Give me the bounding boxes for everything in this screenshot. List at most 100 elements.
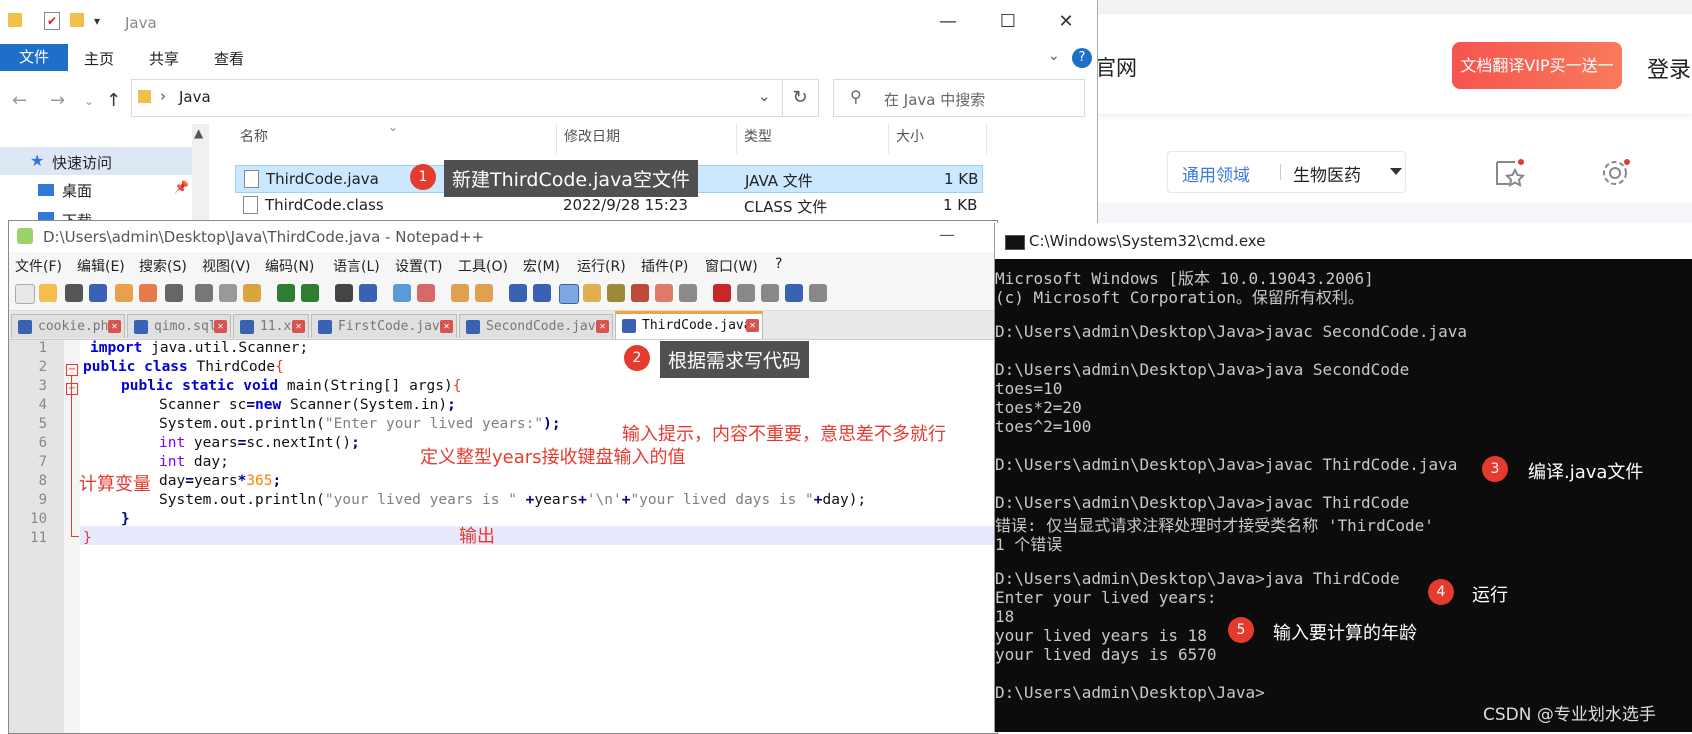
- menu-language[interactable]: 语言(L): [333, 256, 380, 276]
- ribbon-tab-view[interactable]: 查看: [214, 48, 244, 69]
- doc-map-icon[interactable]: [607, 284, 625, 302]
- language-icon[interactable]: [583, 284, 601, 302]
- folder-workspace-icon[interactable]: [655, 284, 673, 302]
- chevron-down-icon[interactable]: ⌄: [758, 87, 771, 105]
- operator: );: [543, 416, 561, 432]
- menu-tools[interactable]: 工具(O): [458, 256, 508, 276]
- recent-dropdown-icon[interactable]: ⌄: [84, 94, 94, 108]
- menu-settings[interactable]: 设置(T): [395, 256, 442, 276]
- monitoring-icon[interactable]: [679, 284, 697, 302]
- tab-11-x[interactable]: 11.x ✕: [233, 314, 309, 338]
- tab-cookie-php[interactable]: cookie.php ✕: [11, 314, 125, 338]
- print-icon[interactable]: [165, 284, 183, 302]
- close-file-icon[interactable]: [115, 284, 133, 302]
- checkbox-icon[interactable]: ✔: [44, 12, 60, 30]
- menu-encoding[interactable]: 编码(N): [265, 256, 314, 276]
- redo-icon[interactable]: [301, 284, 319, 302]
- sidebar-item-quick-access[interactable]: ★ 快速访问: [0, 147, 192, 175]
- fold-toggle-icon[interactable]: −: [66, 383, 78, 395]
- keyword: new: [255, 397, 282, 413]
- stop-macro-icon[interactable]: [737, 284, 755, 302]
- menu-macro[interactable]: 宏(M): [523, 256, 560, 276]
- close-icon[interactable]: ✕: [1038, 4, 1094, 40]
- close-icon[interactable]: ✕: [746, 319, 759, 332]
- function-list-icon[interactable]: [631, 284, 649, 302]
- play-macro-icon[interactable]: [761, 284, 779, 302]
- menu-file[interactable]: 文件(F): [15, 256, 62, 276]
- tab-qimo-sql[interactable]: qimo.sql ✕: [127, 314, 231, 338]
- menu-search[interactable]: 搜索(S): [139, 256, 187, 276]
- tab-firstcode-java[interactable]: FirstCode.java ✕: [311, 314, 457, 338]
- close-icon[interactable]: ✕: [292, 320, 305, 333]
- close-icon[interactable]: ✕: [214, 320, 227, 333]
- code-text: ThirdCode: [187, 359, 276, 375]
- menu-view[interactable]: 视图(V): [202, 256, 251, 276]
- column-header-name[interactable]: 名称: [240, 126, 268, 146]
- cut-icon[interactable]: [195, 284, 213, 302]
- up-arrow-icon[interactable]: ↑: [106, 90, 121, 111]
- sidebar-item-desktop[interactable]: 桌面: [62, 180, 92, 201]
- ribbon-expand-icon[interactable]: ⌄: [1048, 48, 1060, 64]
- word-wrap-icon[interactable]: [509, 284, 527, 302]
- settings-gear-icon[interactable]: [1600, 156, 1632, 188]
- code-text: years: [534, 492, 579, 508]
- zoom-out-icon[interactable]: [417, 284, 435, 302]
- column-header-modified[interactable]: 修改日期: [564, 126, 620, 146]
- sync-horizontal-icon[interactable]: [475, 284, 493, 302]
- save-macro-icon[interactable]: [809, 284, 827, 302]
- menu-window[interactable]: 窗口(W): [705, 256, 758, 276]
- record-macro-icon[interactable]: [713, 284, 731, 302]
- console-line: D:\Users\admin\Desktop\Java>java ThirdCo…: [995, 569, 1400, 588]
- maximize-icon[interactable]: ☐: [980, 4, 1036, 40]
- minimize-icon[interactable]: —: [920, 4, 976, 40]
- quick-access-dropdown-icon[interactable]: ▾: [94, 14, 100, 28]
- show-all-chars-icon[interactable]: [533, 284, 551, 302]
- scrollbar[interactable]: [192, 124, 209, 232]
- vip-promo-button[interactable]: 文档翻译VIP买一送一: [1452, 42, 1622, 89]
- forward-arrow-icon[interactable]: →: [50, 90, 65, 111]
- help-icon[interactable]: ?: [1072, 48, 1092, 68]
- close-icon[interactable]: ✕: [108, 320, 121, 333]
- address-bar[interactable]: › Java ⌄: [131, 79, 783, 117]
- new-folder-icon[interactable]: [70, 13, 84, 27]
- console-output[interactable]: Microsoft Windows [版本 10.0.19043.2006] (…: [995, 259, 1692, 732]
- tab-secondcode-java[interactable]: SecondCode.java ✕: [459, 314, 613, 338]
- paste-icon[interactable]: [243, 284, 261, 302]
- open-file-icon[interactable]: [39, 284, 57, 302]
- new-file-icon[interactable]: [15, 284, 35, 304]
- save-icon[interactable]: [65, 284, 83, 302]
- close-icon[interactable]: ✕: [440, 320, 453, 333]
- indent-guide-icon[interactable]: [559, 284, 579, 304]
- replace-icon[interactable]: [359, 284, 377, 302]
- menu-run[interactable]: 运行(R): [577, 256, 626, 276]
- menu-plugins[interactable]: 插件(P): [641, 256, 688, 276]
- login-link[interactable]: 登录: [1647, 52, 1691, 84]
- zoom-in-icon[interactable]: [393, 284, 411, 302]
- sync-vertical-icon[interactable]: [451, 284, 469, 302]
- save-all-icon[interactable]: [89, 284, 107, 302]
- menu-help[interactable]: ?: [775, 256, 782, 272]
- run-macro-multiple-icon[interactable]: [785, 284, 803, 302]
- menu-edit[interactable]: 编辑(E): [77, 256, 125, 276]
- domain-select[interactable]: 通用领域 生物医药: [1167, 151, 1406, 193]
- close-all-icon[interactable]: [139, 284, 157, 302]
- search-input[interactable]: ⚲ 在 Java 中搜索: [833, 79, 1085, 117]
- minimize-icon[interactable]: —: [939, 225, 955, 244]
- ribbon-tab-share[interactable]: 共享: [149, 48, 179, 69]
- column-header-type[interactable]: 类型: [744, 126, 772, 146]
- copy-icon[interactable]: [219, 284, 237, 302]
- file-icon: [622, 319, 636, 333]
- find-icon[interactable]: [335, 284, 353, 302]
- close-icon[interactable]: ✕: [596, 320, 609, 333]
- ribbon-tab-home[interactable]: 主页: [84, 48, 114, 69]
- undo-icon[interactable]: [277, 284, 295, 302]
- refresh-icon[interactable]: ↻: [782, 79, 819, 117]
- fold-toggle-icon[interactable]: −: [66, 364, 78, 376]
- ribbon-tab-file[interactable]: 文件: [0, 44, 68, 71]
- scroll-up-icon[interactable]: ▲: [194, 126, 203, 140]
- back-arrow-icon[interactable]: ←: [12, 90, 27, 111]
- column-header-size[interactable]: 大小: [896, 126, 924, 146]
- favorite-star-icon[interactable]: [1493, 156, 1525, 188]
- tab-thirdcode-java[interactable]: ThirdCode.java ✕: [615, 311, 763, 339]
- annotation-label-3: 编译.java文件: [1528, 462, 1644, 483]
